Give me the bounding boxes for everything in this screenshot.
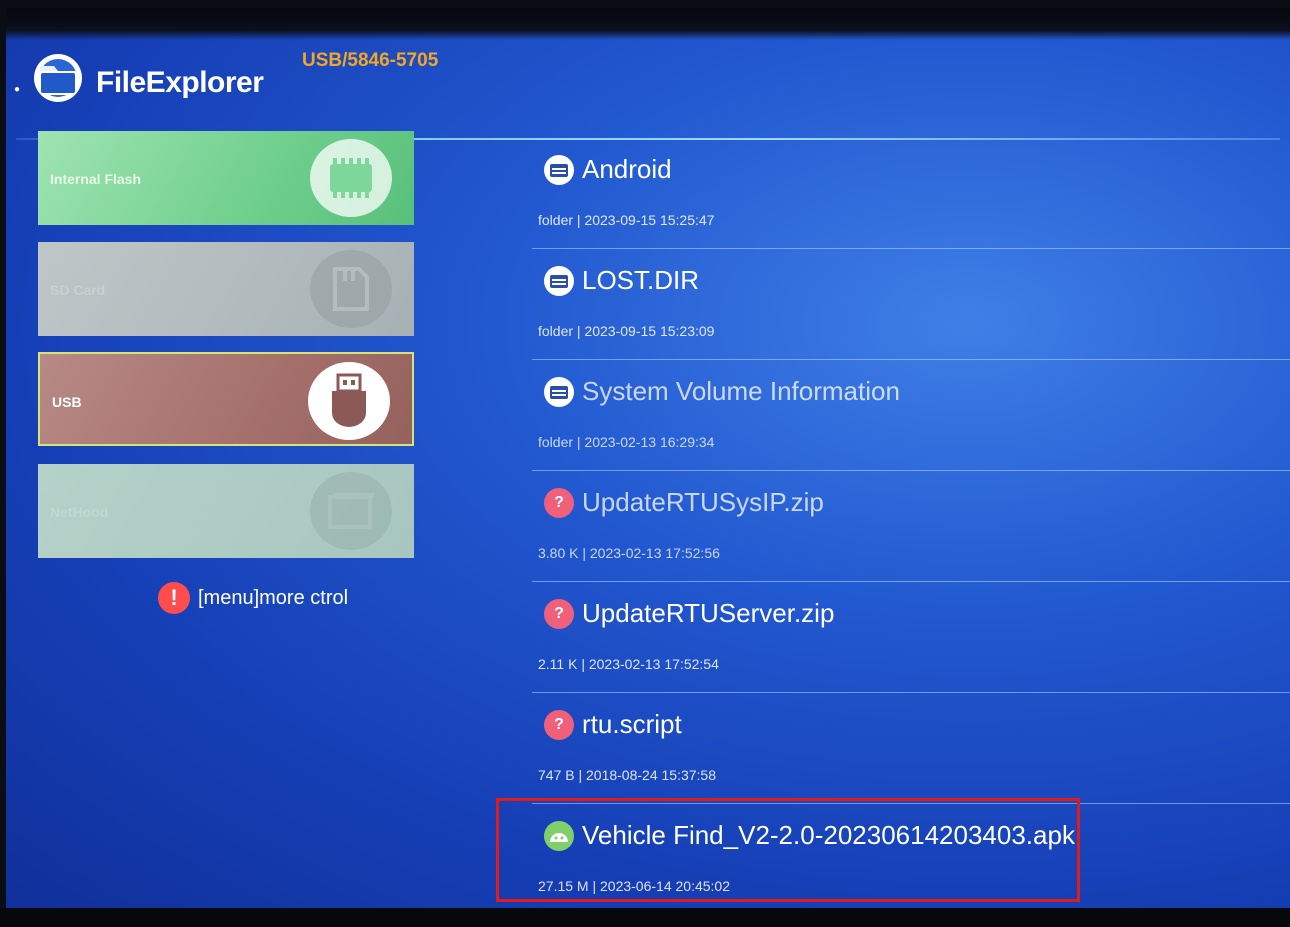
folder-icon bbox=[544, 154, 574, 185]
status-pin-icon: ● bbox=[14, 84, 21, 95]
sd-card-icon bbox=[310, 250, 392, 328]
device-label: SD Card bbox=[50, 282, 106, 298]
current-path: USB/5846-5705 bbox=[302, 50, 439, 71]
file-name: UpdateRTUServer.zip bbox=[582, 598, 835, 628]
device-label: NetHood bbox=[50, 504, 109, 520]
device-nethood[interactable]: NetHood bbox=[38, 464, 414, 558]
file-name: Android bbox=[582, 154, 672, 184]
file-name: LOST.DIR bbox=[582, 265, 700, 295]
device-internal-flash[interactable]: Internal Flash bbox=[38, 131, 414, 225]
file-meta: 2.11 K | 2023-02-13 17:52:54 bbox=[538, 656, 719, 672]
folder-icon bbox=[544, 376, 574, 407]
file-meta: folder | 2023-02-13 16:29:34 bbox=[538, 434, 715, 450]
file-list: Android folder | 2023-09-15 15:25:47 LOS… bbox=[532, 138, 1290, 908]
top-bezel bbox=[6, 8, 1290, 40]
file-meta: folder | 2023-09-15 15:23:09 bbox=[538, 323, 715, 339]
list-item[interactable]: LOST.DIR folder | 2023-09-15 15:23:09 bbox=[532, 249, 1290, 360]
device-sd-card[interactable]: SD Card bbox=[38, 242, 414, 336]
file-meta: 3.80 K | 2023-02-13 17:52:56 bbox=[538, 545, 720, 561]
device-label: USB bbox=[52, 394, 82, 410]
list-item[interactable]: System Volume Information folder | 2023-… bbox=[532, 360, 1290, 471]
selection-highlight bbox=[496, 798, 1080, 902]
folder-icon bbox=[544, 265, 574, 296]
file-meta: 747 B | 2018-08-24 15:37:58 bbox=[538, 767, 717, 783]
list-item[interactable]: ? UpdateRTUServer.zip 2.11 K | 2023-02-1… bbox=[532, 582, 1290, 693]
menu-hint: ! [menu]more ctrol bbox=[158, 582, 348, 614]
menu-hint-text: [menu]more ctrol bbox=[198, 586, 349, 609]
file-name: rtu.script bbox=[582, 709, 682, 739]
list-item[interactable]: Android folder | 2023-09-15 15:25:47 bbox=[532, 138, 1290, 249]
device-usb[interactable]: USB bbox=[38, 352, 414, 446]
bottom-bezel bbox=[0, 908, 1290, 927]
file-name: UpdateRTUSysIP.zip bbox=[582, 487, 824, 517]
tv-screen: ● FileExplorer USB/5846-5705 Internal Fl… bbox=[6, 8, 1290, 908]
usb-drive-icon bbox=[308, 362, 390, 440]
list-item[interactable]: ? UpdateRTUSysIP.zip 3.80 K | 2023-02-13… bbox=[532, 471, 1290, 582]
file-meta: folder | 2023-09-15 15:25:47 bbox=[538, 212, 715, 228]
list-item[interactable]: ? rtu.script 747 B | 2018-08-24 15:37:58 bbox=[532, 693, 1290, 804]
file-name: System Volume Information bbox=[582, 376, 900, 406]
device-label: Internal Flash bbox=[50, 171, 142, 187]
app-title: FileExplorer bbox=[96, 66, 264, 99]
unknown-file-icon: ? bbox=[544, 487, 574, 518]
memory-chip-icon bbox=[310, 139, 392, 217]
unknown-file-icon: ? bbox=[544, 598, 574, 629]
app-header: ● FileExplorer USB/5846-5705 bbox=[6, 40, 1290, 140]
folder-icon bbox=[34, 54, 82, 102]
unknown-file-icon: ? bbox=[544, 709, 574, 740]
alert-icon: ! bbox=[158, 582, 190, 614]
network-icon bbox=[310, 472, 392, 550]
